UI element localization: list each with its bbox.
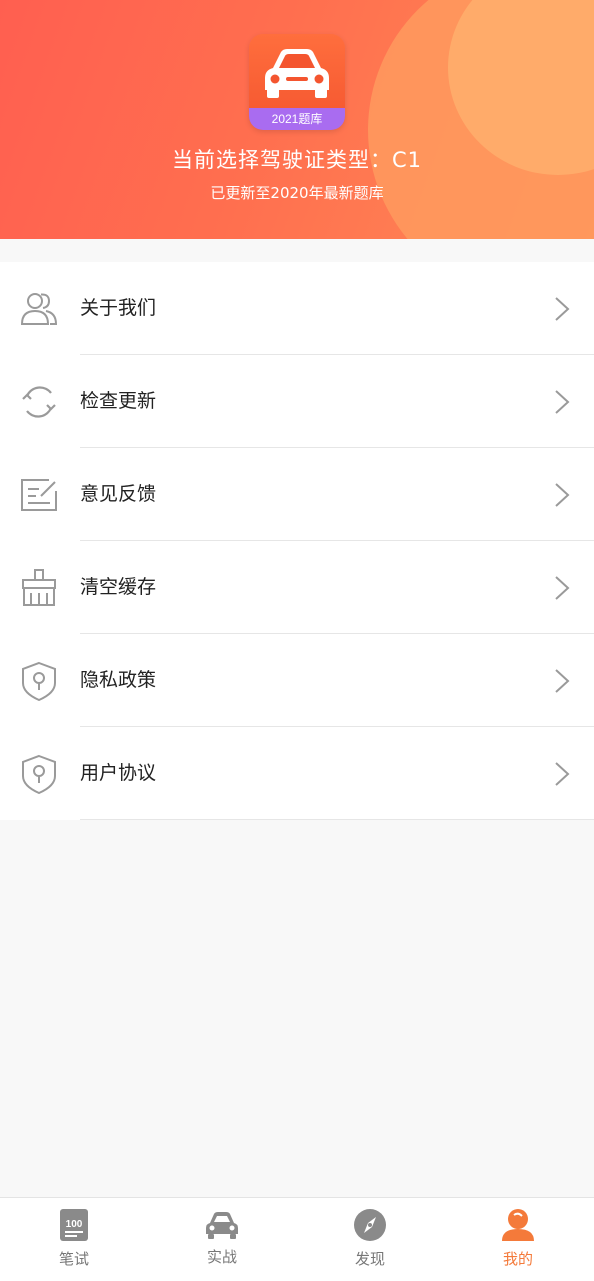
users-icon	[20, 293, 58, 325]
bottom-tab-bar: 100 笔试 实战 发现 我的	[0, 1197, 594, 1281]
divider	[80, 819, 594, 820]
license-type-text[interactable]: 当前选择驾驶证类型：C1	[0, 144, 594, 174]
refresh-icon	[22, 386, 56, 418]
menu-item-clear-cache[interactable]: 清空缓存	[0, 541, 594, 634]
tab-practice[interactable]: 实战	[148, 1198, 296, 1281]
chevron-right-icon	[555, 390, 570, 414]
tab-mine[interactable]: 我的	[444, 1198, 592, 1281]
menu-item-label: 意见反馈	[80, 483, 157, 505]
menu-item-label: 关于我们	[80, 297, 157, 319]
car-logo-icon	[265, 49, 329, 98]
menu-item-user-agreement[interactable]: 用户协议	[0, 727, 594, 820]
menu-item-feedback[interactable]: 意见反馈	[0, 448, 594, 541]
settings-menu: 关于我们 检查更新 意见反馈 清空缓存 隐私政策 用户协议	[0, 262, 594, 820]
shield-lock-icon	[22, 754, 56, 794]
compass-icon	[354, 1209, 386, 1241]
exam-icon: 100	[60, 1209, 88, 1241]
menu-item-about[interactable]: 关于我们	[0, 262, 594, 355]
profile-header: 2021题库 当前选择驾驶证类型：C1 已更新至2020年最新题库	[0, 0, 594, 239]
menu-item-label: 用户协议	[80, 762, 157, 784]
broom-icon	[22, 569, 56, 606]
chevron-right-icon	[555, 483, 570, 507]
shield-lock-icon	[22, 661, 56, 701]
person-icon	[502, 1209, 534, 1241]
menu-item-privacy-policy[interactable]: 隐私政策	[0, 634, 594, 727]
tab-label: 发现	[354, 1250, 385, 1268]
car-icon	[206, 1212, 238, 1239]
tab-label: 实战	[206, 1248, 237, 1266]
chevron-right-icon	[555, 576, 570, 600]
tab-discover[interactable]: 发现	[296, 1198, 444, 1281]
app-logo: 2021题库	[249, 34, 345, 130]
svg-text:100: 100	[66, 1219, 83, 1230]
tab-exam[interactable]: 100 笔试	[0, 1198, 148, 1281]
chevron-right-icon	[555, 669, 570, 693]
update-status-text: 已更新至2020年最新题库	[210, 184, 384, 202]
chevron-right-icon	[555, 762, 570, 786]
menu-item-check-update[interactable]: 检查更新	[0, 355, 594, 448]
feedback-icon	[21, 479, 57, 511]
menu-item-label: 隐私政策	[80, 669, 157, 691]
tab-label: 笔试	[58, 1250, 89, 1268]
menu-item-label: 检查更新	[80, 390, 157, 412]
menu-item-label: 清空缓存	[80, 576, 157, 598]
tab-label: 我的	[502, 1250, 533, 1268]
app-badge: 2021题库	[249, 108, 345, 130]
chevron-right-icon	[555, 297, 570, 321]
